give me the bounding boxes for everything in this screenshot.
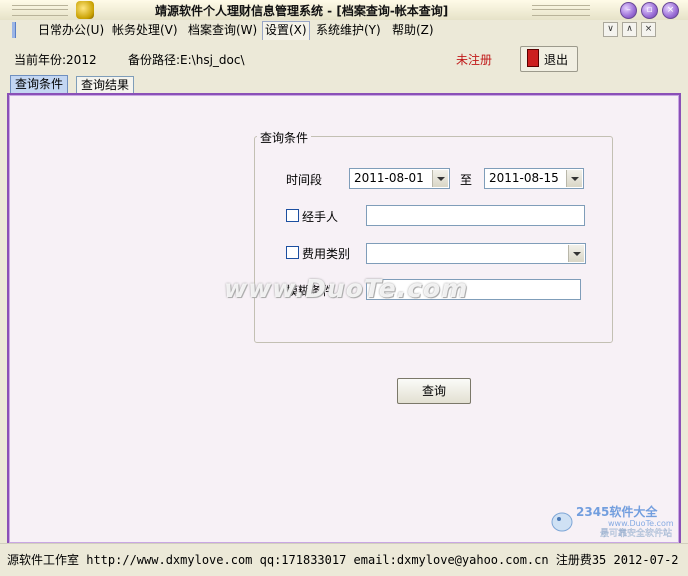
svg-text:2345软件大全: 2345软件大全 <box>576 504 658 519</box>
handler-checkbox[interactable] <box>286 209 299 222</box>
chevron-down-icon[interactable] <box>432 170 448 187</box>
menu-system-maintenance[interactable]: 系统维护(Y) <box>316 21 381 39</box>
chevron-down-icon[interactable] <box>568 245 584 262</box>
titlebar-grip-left <box>12 5 68 16</box>
handler-label: 经手人 <box>302 210 339 224</box>
current-year: 当前年份:2012 <box>14 53 97 67</box>
info-bar <box>0 40 688 74</box>
tab-query-conditions[interactable]: 查询条件 <box>10 75 69 94</box>
site-logo-2345: 2345软件大全 www.DuoTe.com 最可靠安全软件站 <box>551 504 674 538</box>
window-title: 靖源软件个人理财信息管理系统 - [档案查询-帐本查询] <box>155 4 449 18</box>
date-from-value: 2011-08-01 <box>354 171 424 185</box>
expense-type-checkbox[interactable] <box>286 246 299 259</box>
app-icon <box>76 1 94 19</box>
menu-daily-office[interactable]: 日常办公(U) <box>38 21 104 39</box>
svg-text:最可靠安全软件站: 最可靠安全软件站 <box>600 527 672 538</box>
mdi-minimize-icon[interactable]: ∨ <box>603 22 618 37</box>
menu-grip <box>12 22 16 38</box>
date-to-value: 2011-08-15 <box>489 171 559 185</box>
backup-path: 备份路径:E:\hsj_doc\ <box>128 53 245 67</box>
exit-door-icon <box>527 49 539 67</box>
registration-status: 未注册 <box>456 53 493 67</box>
titlebar-grip-right <box>532 5 590 16</box>
query-group-title: 查询条件 <box>257 129 312 146</box>
restore-icon[interactable]: ▫ <box>641 2 658 19</box>
period-label: 时间段 <box>286 173 323 187</box>
menu-archive-query[interactable]: 档案查询(W) <box>188 21 257 39</box>
mdi-close-icon[interactable]: × <box>641 22 656 37</box>
query-button[interactable]: 查询 <box>397 378 471 404</box>
duote-watermark: www.DuoTe.com <box>224 274 469 303</box>
expense-type-label: 费用类别 <box>302 247 351 261</box>
status-text: 源软件工作室 http://www.dxmylove.com qq:171833… <box>7 553 679 567</box>
chevron-down-icon[interactable] <box>566 170 582 187</box>
mdi-restore-icon[interactable]: ∧ <box>622 22 637 37</box>
to-label: 至 <box>460 173 473 187</box>
exit-label: 退出 <box>544 53 569 67</box>
minimize-icon[interactable]: – <box>620 2 637 19</box>
menu-help[interactable]: 帮助(Z) <box>392 21 434 39</box>
menu-accounting[interactable]: 帐务处理(V) <box>112 21 178 39</box>
tab-query-results[interactable]: 查询结果 <box>76 76 135 94</box>
expense-type-select[interactable] <box>366 243 586 264</box>
handler-input[interactable] <box>366 205 585 226</box>
date-from-picker[interactable]: 2011-08-01 <box>349 168 450 189</box>
menu-settings[interactable]: 设置(X) <box>262 21 310 41</box>
close-icon[interactable]: × <box>662 2 679 19</box>
date-to-picker[interactable]: 2011-08-15 <box>484 168 584 189</box>
svg-text:www.DuoTe.com: www.DuoTe.com <box>608 519 674 528</box>
